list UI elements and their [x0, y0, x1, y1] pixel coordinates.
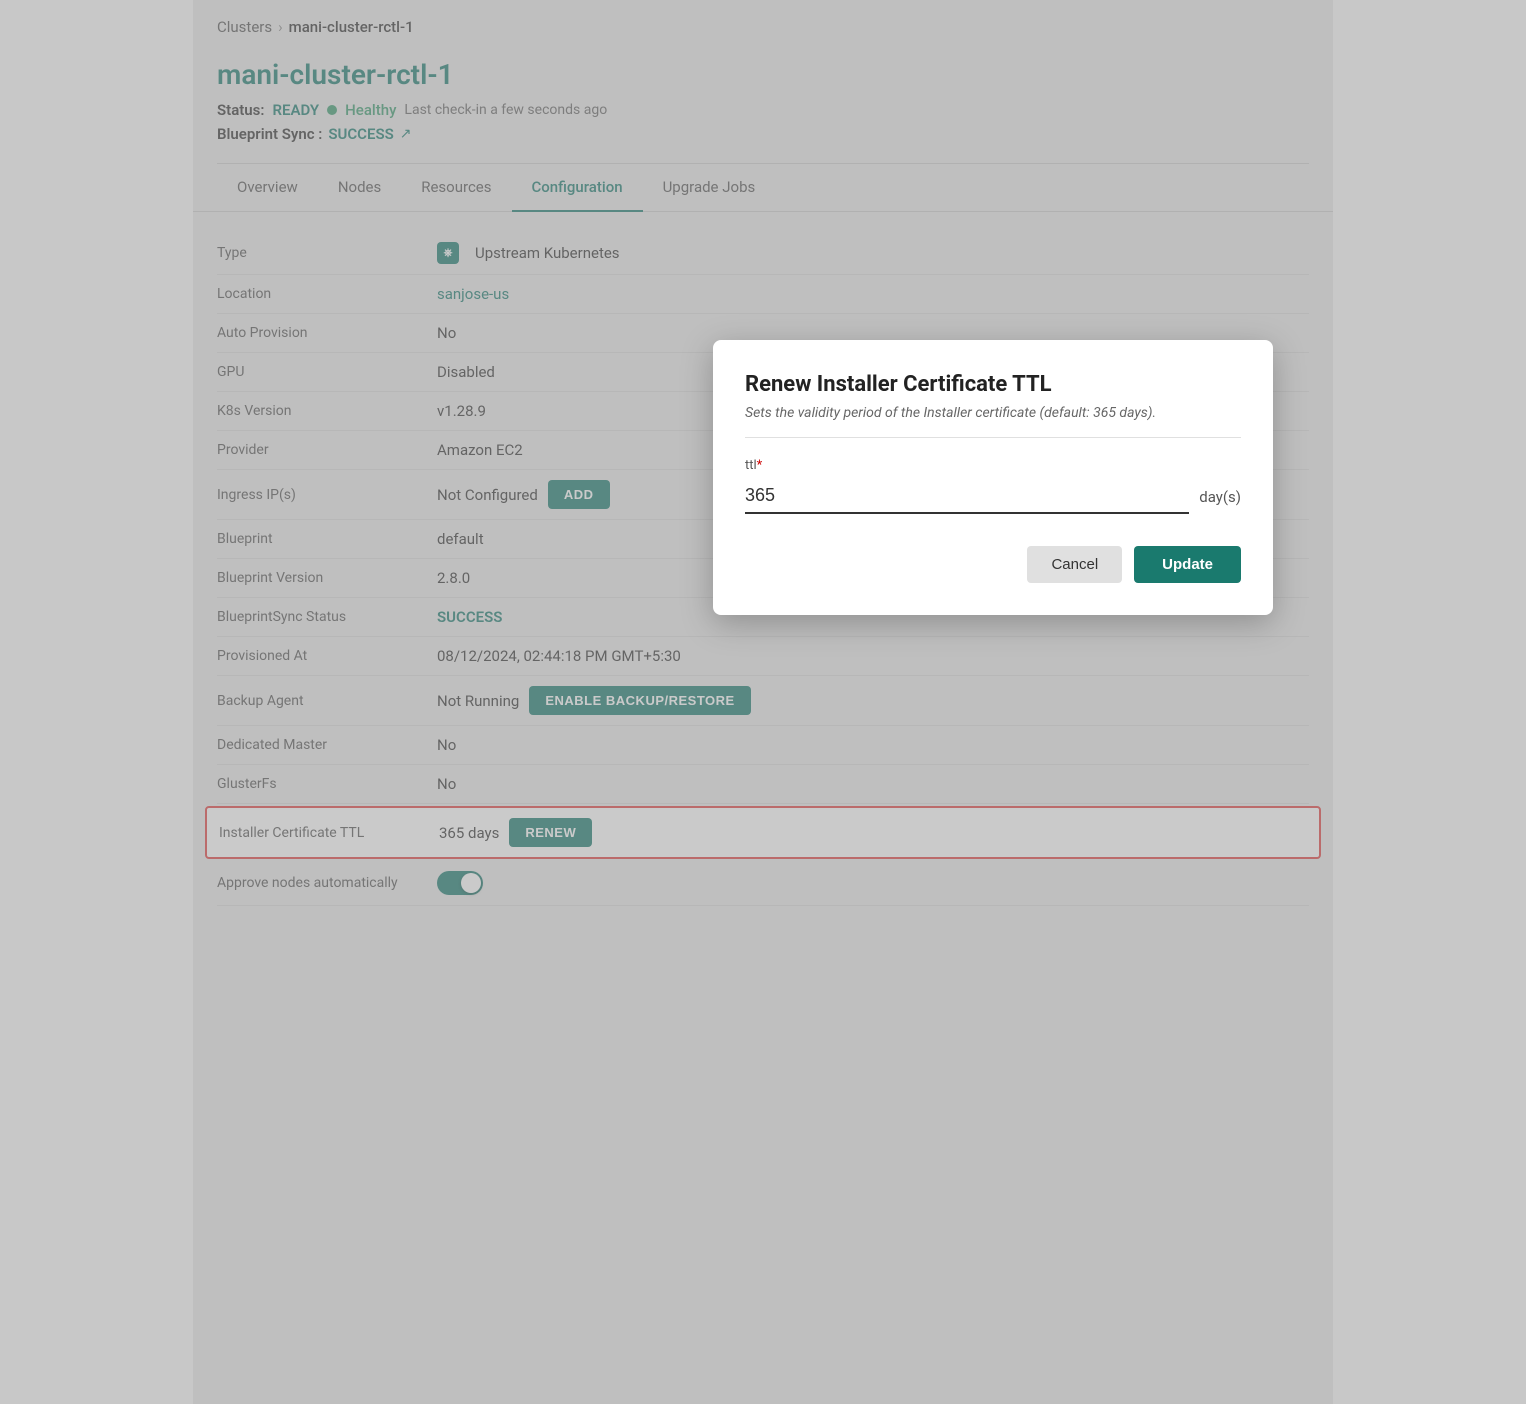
modal-overlay: Renew Installer Certificate TTL Sets the… — [193, 0, 1333, 1404]
field-input-row: day(s) — [745, 479, 1241, 514]
cancel-button[interactable]: Cancel — [1027, 546, 1122, 583]
ttl-input[interactable] — [745, 479, 1189, 514]
field-unit: day(s) — [1199, 488, 1241, 506]
modal-subtitle: Sets the validity period of the Installe… — [745, 405, 1241, 438]
field-label-ttl: ttl* — [745, 458, 1241, 473]
update-button[interactable]: Update — [1134, 546, 1241, 583]
ttl-field: ttl* day(s) — [745, 458, 1241, 514]
modal-actions: Cancel Update — [745, 538, 1241, 583]
modal-title: Renew Installer Certificate TTL — [745, 372, 1241, 397]
field-required-marker: * — [757, 458, 763, 473]
renew-cert-modal: Renew Installer Certificate TTL Sets the… — [713, 340, 1273, 615]
